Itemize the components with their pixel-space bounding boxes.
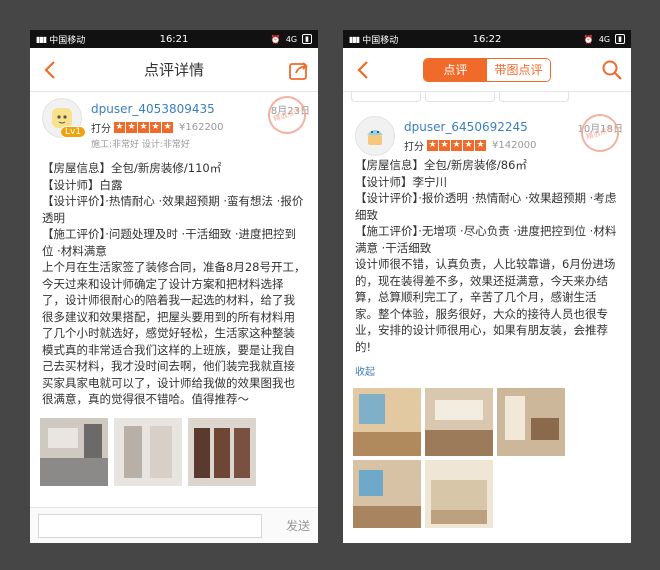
status-bar: ▮▮▮ 中国移动 16:21 ⏰ 4G ▮ (30, 30, 318, 48)
photo-thumbnail[interactable] (497, 388, 565, 456)
star-icon: ★ (114, 122, 125, 133)
designer-info: 【设计师】白露 (42, 177, 123, 192)
clock: 16:22 (472, 33, 502, 45)
avatar[interactable] (355, 116, 395, 156)
nav-bar: 点评 带图点评 (343, 48, 631, 92)
review-tabs: 点评 带图点评 (423, 57, 551, 82)
star-rating: ★ ★ ★ ★ ★ (114, 122, 173, 133)
review-text: 设计师很不错，认真负责，人比较靠谱，6月份进场的，现在装得差不多，效果还挺满意，… (355, 257, 616, 354)
design-eval: 【设计评价】·热情耐心 ·效果超预期 ·蛮有想法 ·报价透明 (42, 194, 304, 225)
reply-bar: 发送 (30, 507, 318, 543)
cupcake-avatar-icon (367, 130, 383, 145)
photo-thumbnail[interactable] (353, 388, 421, 456)
phone-screen-right: ▮▮▮ 中国移动 16:22 ⏰ 4G ▮ 点评 带图点评 dpuser_645… (343, 30, 631, 543)
tab-review[interactable]: 点评 (424, 58, 487, 81)
price: ¥142000 (492, 140, 537, 151)
reply-input[interactable] (38, 513, 262, 538)
phone-screen-left: ▮▮▮ 中国移动 16:21 ⏰ 4G ▮ 点评详情 Lv1 dpuser_40… (30, 30, 318, 543)
rating-label: 打分 (91, 124, 111, 135)
photo-thumbnail[interactable] (425, 460, 493, 528)
level-badge: Lv1 (60, 126, 87, 138)
rating-label: 打分 (404, 142, 424, 153)
star-icon: ★ (150, 122, 161, 133)
review-body: 【房屋信息】全包/新房装修/86㎡ 【设计师】李宁川 【设计评价】·报价透明 ·… (353, 157, 621, 355)
star-icon: ★ (463, 140, 474, 151)
house-info: 【房屋信息】全包/新房装修/110㎡ (42, 161, 222, 175)
photo-thumbnail[interactable] (114, 417, 182, 486)
review-body: 【房屋信息】全包/新房装修/110㎡ 【设计师】白露 【设计评价】·热情耐心 ·… (40, 160, 308, 408)
share-icon[interactable] (288, 59, 310, 81)
star-icon: ★ (475, 140, 486, 151)
design-eval: 【设计评价】·报价透明 ·热情耐心 ·效果超预期 ·考虑细致 (355, 191, 617, 222)
nav-bar: 点评详情 (30, 48, 318, 92)
network-label: 4G (598, 34, 611, 44)
back-arrow-icon[interactable] (40, 59, 62, 81)
star-icon: ★ (162, 122, 173, 133)
star-icon: ★ (427, 140, 438, 151)
sub-rating: 施工:非常好 设计:非常好 (91, 140, 190, 150)
page-title: 点评详情 (143, 61, 204, 79)
network-label: 4G (285, 34, 298, 44)
filter-tags-edge (343, 92, 631, 102)
signal-icon: ▮▮▮ (349, 34, 360, 44)
carrier-label: 中国移动 (362, 35, 399, 46)
photo-thumbnail[interactable] (353, 460, 421, 528)
clock: 16:21 (159, 33, 189, 45)
back-arrow-icon[interactable] (353, 59, 375, 81)
star-rating: ★ ★ ★ ★ ★ (427, 140, 486, 151)
photo-thumbnail[interactable] (40, 417, 108, 486)
review-card: Lv1 dpuser_4053809435 8月23日 精选点评 打分 ★ ★ … (30, 91, 318, 486)
price: ¥162200 (179, 122, 224, 133)
alarm-icon: ⏰ (270, 34, 281, 44)
search-icon[interactable] (601, 59, 623, 81)
star-icon: ★ (138, 122, 149, 133)
construction-eval: 【施工评价】·无增项 ·尽心负责 ·进度把控到位 ·材料满意 ·干活细致 (355, 224, 617, 255)
star-icon: ★ (451, 140, 462, 151)
battery-icon: ▮ (615, 34, 625, 44)
collapse-link[interactable]: 收起 (353, 363, 621, 378)
send-button[interactable]: 发送 (286, 517, 310, 534)
star-icon: ★ (439, 140, 450, 151)
battery-icon: ▮ (302, 34, 312, 44)
designer-info: 【设计师】李宁川 (355, 174, 447, 189)
photo-grid (353, 388, 621, 528)
star-icon: ★ (126, 122, 137, 133)
review-card: dpuser_6450692245 10月18日 精选点评 打分 ★ ★ ★ ★… (343, 102, 631, 528)
photo-thumbnail[interactable] (425, 388, 493, 456)
photo-grid (40, 417, 308, 486)
construction-eval: 【施工评价】·问题处理及时 ·干活细致 ·进度把控到位 ·材料满意 (42, 227, 297, 258)
house-info: 【房屋信息】全包/新房装修/86㎡ (355, 158, 527, 172)
alarm-icon: ⏰ (583, 34, 594, 44)
carrier-label: 中国移动 (49, 35, 86, 46)
tab-photo-review[interactable]: 带图点评 (487, 58, 550, 81)
signal-icon: ▮▮▮ (36, 34, 47, 44)
status-bar: ▮▮▮ 中国移动 16:22 ⏰ 4G ▮ (343, 30, 631, 48)
photo-thumbnail[interactable] (188, 417, 256, 486)
review-text: 上个月在生活家签了装修合同，准备8月28号开工，今天过来和设计师确定了设计方案和… (42, 260, 306, 406)
